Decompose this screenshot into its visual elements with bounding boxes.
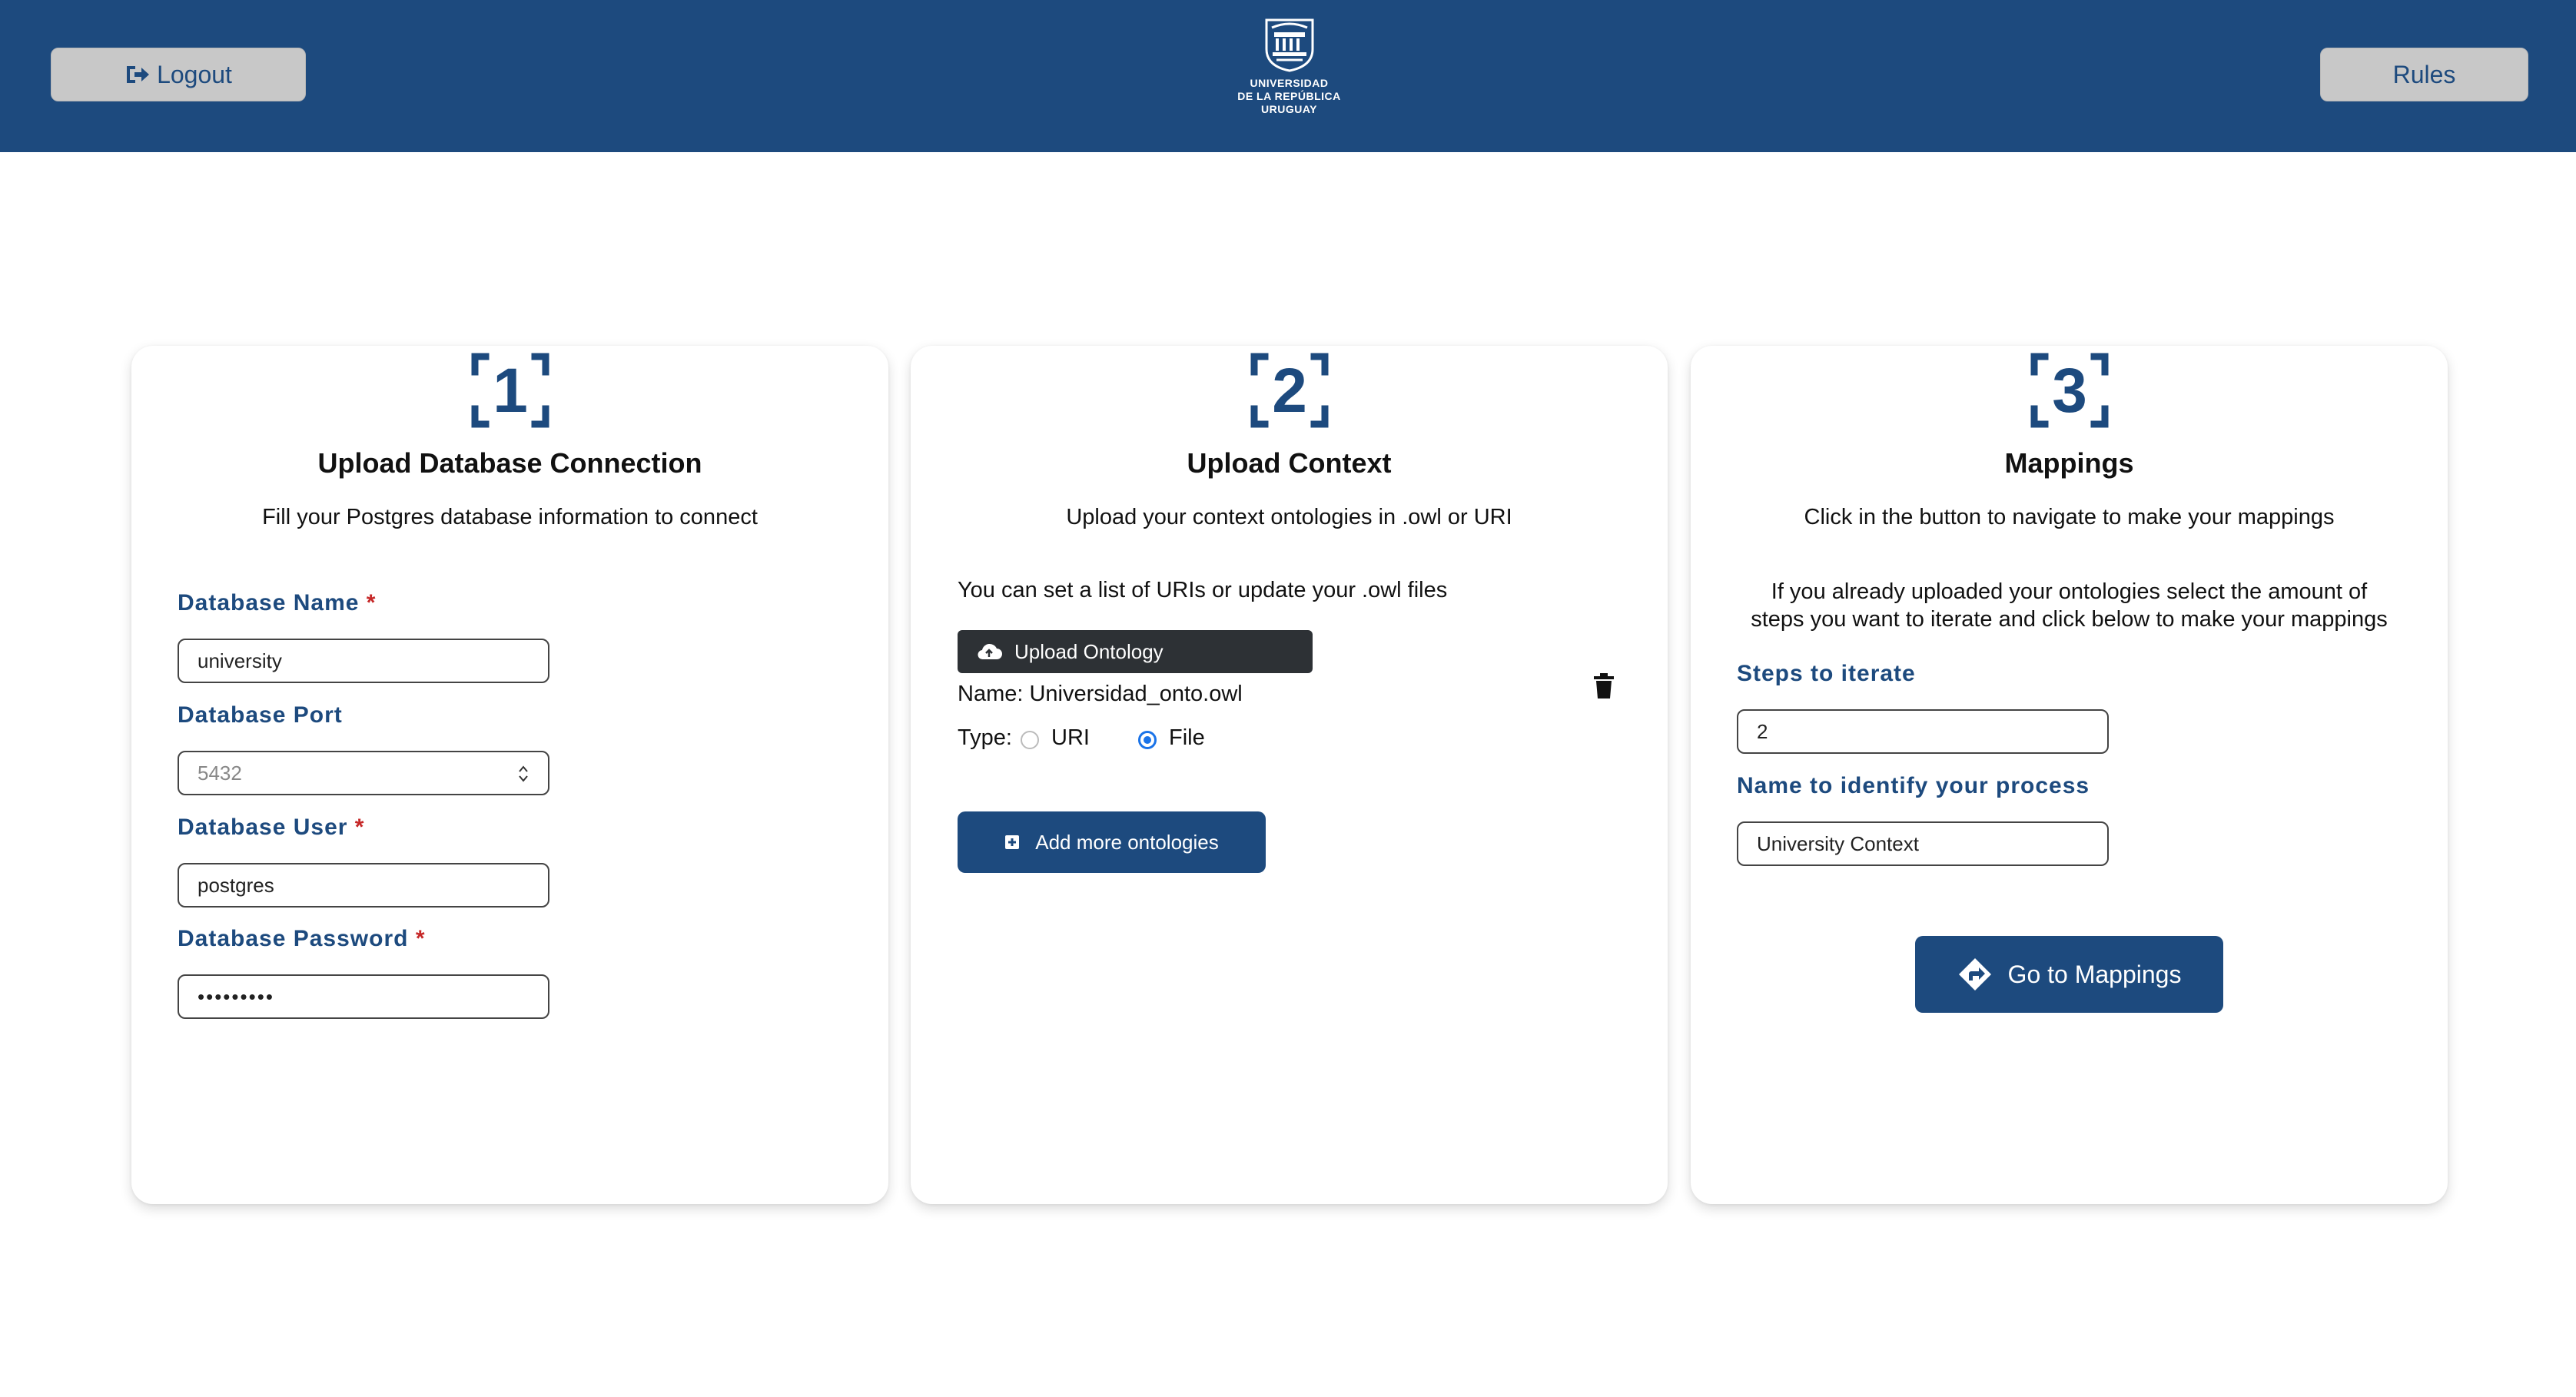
- university-seal-icon: [1265, 18, 1313, 72]
- type-file-label: File: [1169, 725, 1205, 750]
- upload-ontology-button[interactable]: Upload Ontology: [958, 630, 1313, 673]
- number-stepper-icon[interactable]: [517, 763, 529, 785]
- type-file-radio[interactable]: [1138, 731, 1157, 749]
- step-1-icon: 1: [471, 353, 549, 428]
- database-port-input[interactable]: 5432: [178, 751, 549, 795]
- process-name-input[interactable]: University Context: [1737, 821, 2109, 866]
- university-logo: UNIVERSIDAD DE LA REPÚBLICA URUGUAY: [1233, 17, 1345, 124]
- add-more-ontologies-label: Add more ontologies: [1035, 830, 1219, 854]
- database-port-label: Database Port: [178, 702, 343, 728]
- database-port-value: 5432: [198, 761, 242, 785]
- go-to-mappings-label: Go to Mappings: [2007, 960, 2182, 988]
- upload-context-card: 2 Upload Context Upload your context ont…: [911, 346, 1668, 1204]
- type-uri-radio[interactable]: [1021, 731, 1039, 749]
- svg-text:3: 3: [2052, 356, 2087, 426]
- steps-to-iterate-input[interactable]: 2: [1737, 709, 2109, 754]
- mappings-instructions: If you already uploaded your ontologies …: [1729, 578, 2409, 633]
- instructions-line-1: If you already uploaded your ontologies …: [1771, 579, 2368, 604]
- card-subtitle: Fill your Postgres database information …: [262, 505, 758, 529]
- sign-out-icon: [127, 66, 150, 83]
- logo-line-3: URUGUAY: [1260, 103, 1317, 115]
- database-name-input[interactable]: university: [178, 639, 549, 683]
- type-label: Type:: [958, 725, 1012, 750]
- logo-line-2: DE LA REPÚBLICA: [1237, 90, 1341, 102]
- step-2-icon: 2: [1250, 353, 1328, 428]
- card-title: Upload Database Connection: [317, 447, 702, 479]
- card-title: Mappings: [2004, 447, 2134, 479]
- database-name-label: Database Name *: [178, 590, 377, 616]
- ontology-hint: You can set a list of URIs or update you…: [958, 578, 1448, 602]
- database-user-label: Database User *: [178, 815, 365, 840]
- logo-text: UNIVERSIDAD DE LA REPÚBLICA URUGUAY: [1237, 77, 1341, 116]
- svg-text:2: 2: [1272, 356, 1307, 426]
- ontology-file-name: Name: Universidad_onto.owl: [958, 682, 1243, 706]
- database-connection-card: 1 Upload Database Connection Fill your P…: [131, 346, 888, 1204]
- directions-icon: [1958, 958, 1991, 991]
- database-password-label: Database Password *: [178, 926, 426, 951]
- rules-label: Rules: [2392, 60, 2456, 88]
- card-subtitle: Upload your context ontologies in .owl o…: [1066, 505, 1512, 529]
- database-password-input[interactable]: •••••••••: [178, 974, 549, 1019]
- logout-label: Logout: [157, 60, 232, 88]
- process-name-label: Name to identify your process: [1737, 773, 2090, 798]
- logout-button[interactable]: Logout: [51, 48, 306, 101]
- go-to-mappings-button[interactable]: Go to Mappings: [1915, 936, 2223, 1013]
- mappings-card: 3 Mappings Click in the button to naviga…: [1691, 346, 2448, 1204]
- logo-line-1: UNIVERSIDAD: [1250, 77, 1329, 89]
- rules-button[interactable]: Rules: [2320, 48, 2528, 101]
- svg-text:1: 1: [493, 356, 528, 426]
- trash-icon[interactable]: [1593, 673, 1615, 699]
- card-title: Upload Context: [1187, 447, 1392, 479]
- upload-ontology-label: Upload Ontology: [1014, 639, 1164, 663]
- database-user-input[interactable]: postgres: [178, 863, 549, 908]
- card-subtitle: Click in the button to navigate to make …: [1804, 505, 2335, 529]
- instructions-line-2: steps you want to iterate and click belo…: [1751, 607, 2388, 632]
- top-header: Logout UNIVERSIDAD DE LA REPÚBLICA URUGU…: [0, 0, 2576, 152]
- add-more-ontologies-button[interactable]: Add more ontologies: [958, 811, 1266, 873]
- type-uri-label: URI: [1051, 725, 1090, 750]
- cloud-upload-icon: [978, 643, 1002, 660]
- step-3-icon: 3: [2030, 353, 2108, 428]
- steps-to-iterate-label: Steps to iterate: [1737, 661, 1916, 686]
- plus-square-icon: [1005, 835, 1020, 849]
